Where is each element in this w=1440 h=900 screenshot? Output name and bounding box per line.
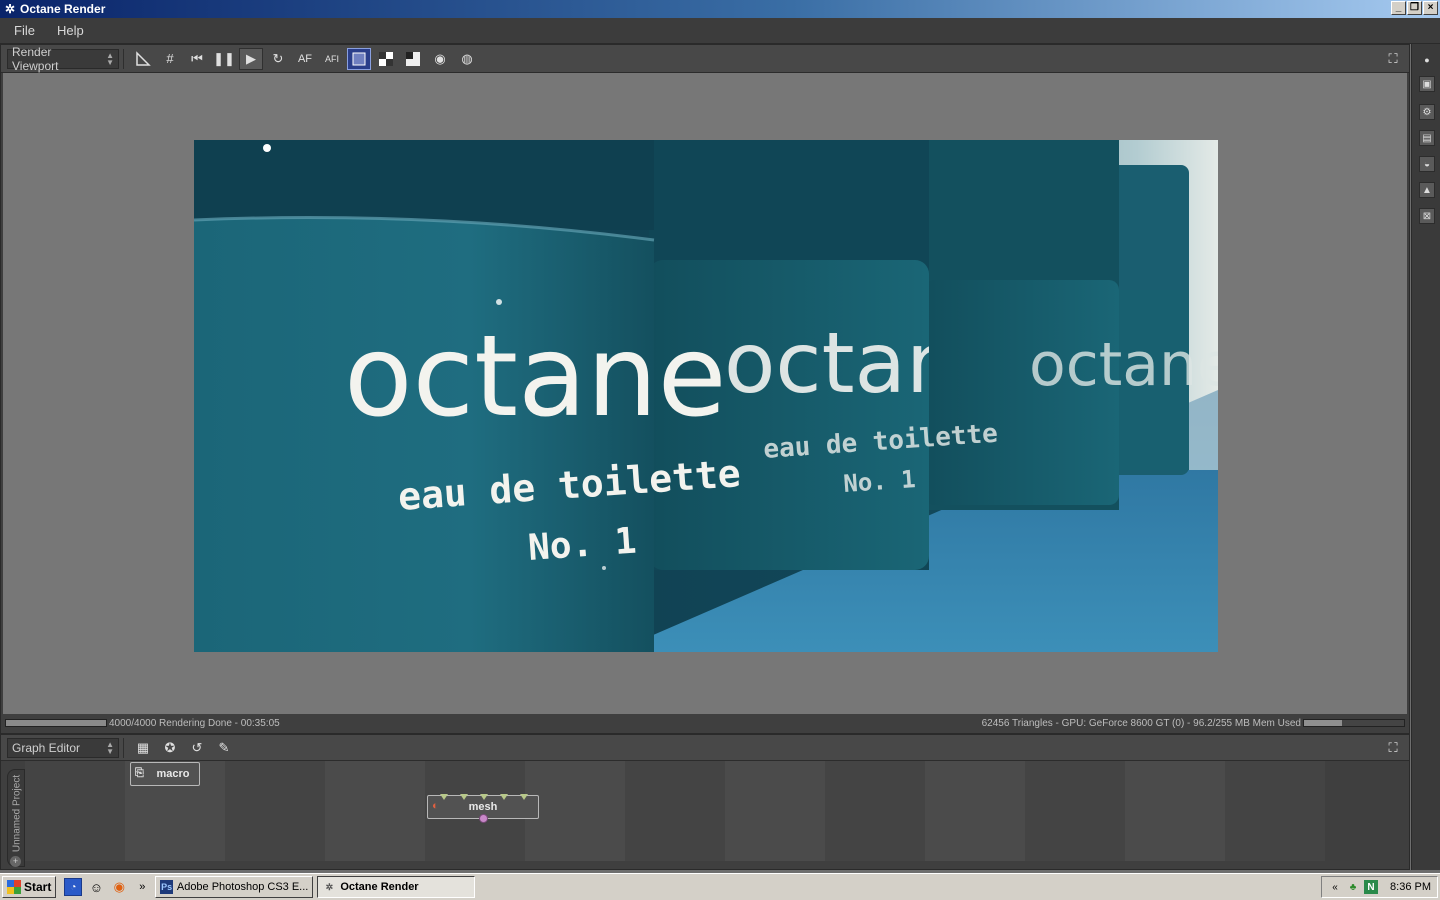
mesh-icon: ◐	[432, 800, 439, 812]
chevron-left-icon[interactable]: «	[1328, 880, 1342, 894]
viewport-selector-label: Render Viewport	[12, 44, 59, 73]
node-input-pin[interactable]	[480, 794, 488, 800]
memory-usage-bar	[1303, 719, 1405, 727]
node-input-pin[interactable]	[520, 794, 528, 800]
firefox-icon[interactable]: ◉	[110, 878, 128, 896]
window-controls: _ ❐ ×	[1391, 1, 1438, 15]
node-input-pin[interactable]	[440, 794, 448, 800]
taskbar-photoshop[interactable]: Ps Adobe Photoshop CS3 E...	[155, 876, 314, 898]
jar-brand-text: octane	[344, 312, 727, 442]
node-input-pin[interactable]	[460, 794, 468, 800]
render-status-bar: 4000/4000 Rendering Done - 00:35:05 6245…	[1, 715, 1409, 731]
toolbar-divider	[123, 737, 124, 758]
viewport-selector[interactable]: Render Viewport ▲ ▼	[7, 45, 119, 73]
pause-icon[interactable]: ❚❚	[212, 48, 236, 70]
graph-editor-selector-label: Graph Editor	[12, 740, 81, 755]
zoom-in-icon[interactable]: ◉	[428, 48, 452, 70]
environment-icon[interactable]: ◒	[1419, 156, 1435, 172]
window-title: Octane Render	[20, 2, 106, 16]
window-titlebar: ✲ Octane Render _ ❐ ×	[0, 0, 1440, 18]
render-progress-bar	[5, 719, 107, 727]
menu-bar: File Help	[0, 18, 1440, 44]
maximize-graph-icon[interactable]: ⛶	[1381, 737, 1405, 759]
jar3-brand-text: octane	[1029, 330, 1218, 400]
project-tab[interactable]: Unnamed Project	[7, 769, 25, 867]
macro-node[interactable]: ⎘ macro	[130, 762, 200, 786]
material-node-icon[interactable]: ✪	[158, 737, 182, 759]
memory-usage-fill	[1304, 720, 1342, 726]
node-tools-icon[interactable]: ⊠	[1419, 208, 1435, 224]
tonemap-icon[interactable]	[401, 48, 425, 70]
project-tab-label: Unnamed Project	[11, 774, 23, 853]
minimize-button[interactable]: _	[1391, 1, 1406, 15]
auto-layout-icon[interactable]: ✎	[212, 737, 236, 759]
toolbar-divider	[123, 48, 124, 69]
node-output-pin[interactable]	[479, 814, 488, 823]
photoshop-icon: Ps	[160, 880, 173, 894]
graph-editor-selector[interactable]: Graph Editor ▲ ▼	[7, 737, 119, 758]
autofocus-pick-icon[interactable]: AFI	[320, 48, 344, 70]
pin-icon[interactable]: ●	[1419, 52, 1435, 68]
network-icon[interactable]: ♣	[1346, 880, 1360, 894]
render-canvas[interactable]: octane eau de toilette No. 1 octane eau …	[3, 73, 1407, 714]
add-node-icon[interactable]: ▦	[131, 737, 155, 759]
graph-editor-panel: Graph Editor ▲ ▼ ▦ ✪ ↺ ✎ ⛶ Unnamed Projec…	[0, 734, 1410, 870]
settings-icon[interactable]: ⚙	[1419, 104, 1435, 120]
right-tool-strip: ● ▣ ⚙ ▤ ◒ ▲ ⊠	[1411, 44, 1440, 870]
node-graph-canvas[interactable]	[25, 761, 1327, 861]
nvidia-icon[interactable]: N	[1364, 880, 1379, 894]
ruler-icon[interactable]	[131, 48, 155, 70]
windows-flag-icon	[7, 880, 21, 894]
viewport-toolbar: Render Viewport ▲ ▼ # ⏮ ❚❚ ▶ ↻ AF AFI ◉ ◍…	[1, 45, 1409, 73]
refresh-icon[interactable]: ↻	[266, 48, 290, 70]
reload-node-icon[interactable]: ↺	[185, 737, 209, 759]
window-icon[interactable]: ▤	[1419, 130, 1435, 146]
zoom-out-icon[interactable]: ◍	[455, 48, 479, 70]
messenger-icon[interactable]: ☺	[87, 878, 105, 896]
graph-editor-toolbar: Graph Editor ▲ ▼ ▦ ✪ ↺ ✎ ⛶	[1, 735, 1409, 761]
render-info-text: 62456 Triangles - GPU: GeForce 8600 GT (…	[981, 717, 1301, 729]
restart-icon[interactable]: ⏮	[185, 48, 209, 70]
clock: 8:36 PM	[1390, 881, 1431, 893]
display-mode-icon[interactable]	[347, 47, 371, 70]
menu-help[interactable]: Help	[49, 23, 92, 38]
image-output-icon[interactable]: ▣	[1419, 76, 1435, 92]
start-label: Start	[24, 880, 52, 894]
octane-logo-icon: ✲	[4, 2, 16, 16]
alpha-checker-icon[interactable]	[374, 48, 398, 70]
add-project-icon[interactable]: +	[10, 856, 21, 867]
quick-launch-app-icon[interactable]: ◔	[64, 878, 83, 896]
picture-icon[interactable]: ▲	[1419, 182, 1435, 198]
jar2-number-text: No. 1	[842, 465, 916, 498]
taskbar-octane-label: Octane Render	[340, 881, 419, 893]
grid-icon[interactable]: #	[158, 48, 182, 70]
system-tray: « ♣ N 8:36 PM	[1321, 876, 1438, 898]
macro-node-label: macro	[156, 768, 190, 780]
jar-number-text: No. 1	[527, 521, 638, 569]
render-progress-fill	[6, 720, 106, 726]
node-input-pin[interactable]	[500, 794, 508, 800]
render-progress-text: 4000/4000 Rendering Done - 00:35:05	[109, 717, 280, 729]
taskbar-octane[interactable]: ✲ Octane Render	[317, 876, 476, 898]
mesh-node[interactable]: ◐ mesh	[427, 794, 539, 823]
restore-button[interactable]: ❐	[1407, 1, 1422, 15]
windows-taskbar: Start ◔ ☺ ◉ » Ps Adobe Photoshop CS3 E..…	[0, 873, 1440, 900]
taskbar-photoshop-label: Adobe Photoshop CS3 E...	[176, 881, 309, 893]
autofocus-icon[interactable]: AF	[293, 48, 317, 70]
macro-icon: ⎘	[135, 767, 144, 779]
spin-arrows-icon: ▲ ▼	[106, 50, 114, 67]
octane-task-icon: ✲	[325, 881, 334, 892]
menu-file[interactable]: File	[6, 23, 43, 38]
chevron-right-icon[interactable]: »	[133, 878, 151, 896]
render-output-image: octane eau de toilette No. 1 octane eau …	[194, 140, 1218, 652]
mesh-node-label: mesh	[468, 801, 498, 813]
maximize-viewport-icon[interactable]: ⛶	[1381, 48, 1405, 70]
start-button[interactable]: Start	[2, 876, 57, 898]
play-icon[interactable]: ▶	[239, 47, 263, 70]
render-viewport-panel: Render Viewport ▲ ▼ # ⏮ ❚❚ ▶ ↻ AF AFI ◉ ◍…	[0, 44, 1410, 734]
spin-arrows-icon: ▲ ▼	[106, 739, 114, 756]
close-button[interactable]: ×	[1423, 1, 1438, 15]
